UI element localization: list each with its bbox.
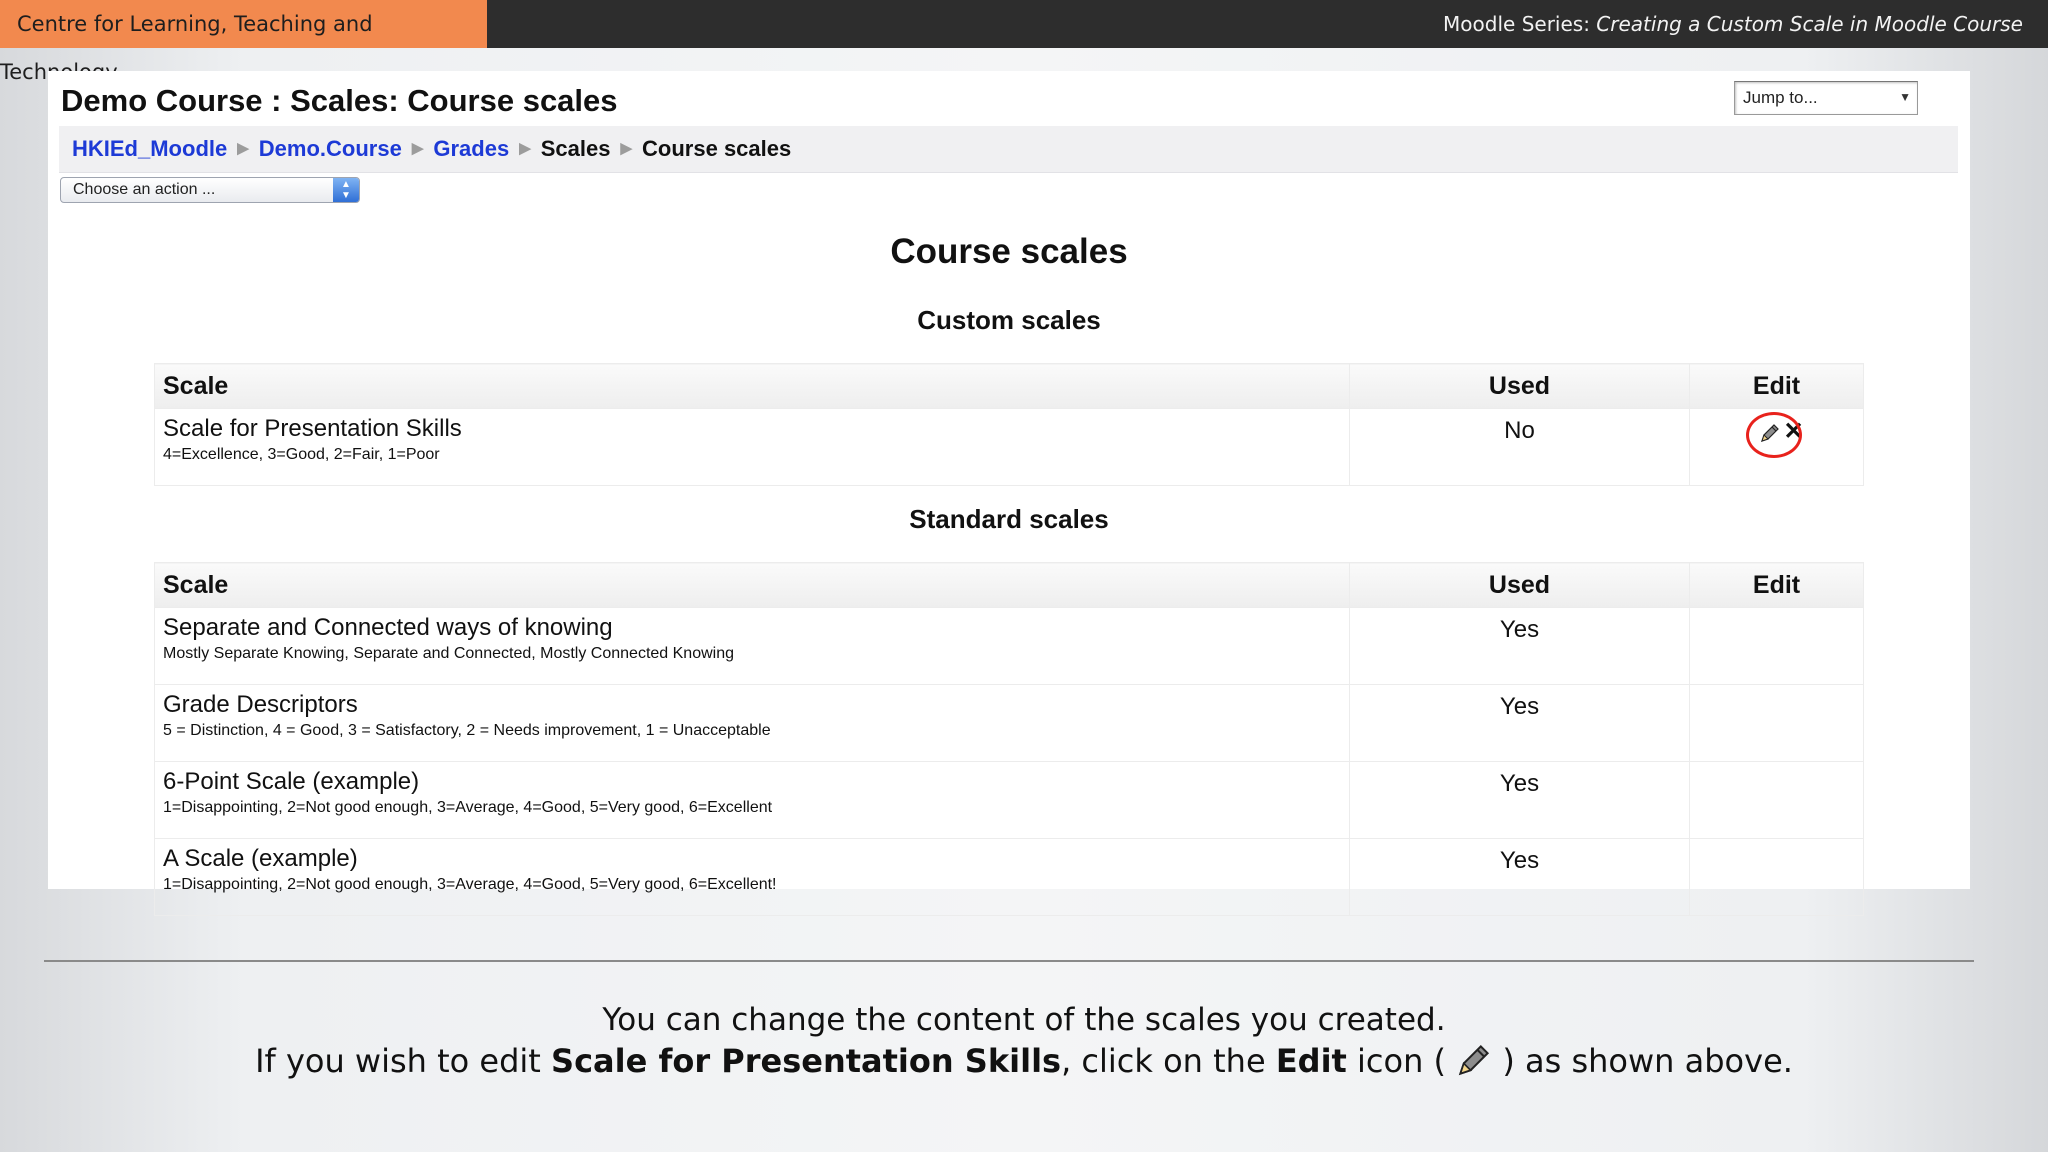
breadcrumb-grades-link[interactable]: Grades: [433, 136, 509, 162]
caption-text: If you wish to edit: [255, 1042, 552, 1080]
scale-cell: Scale for Presentation Skills 4=Excellen…: [154, 408, 1350, 486]
scale-name: Grade Descriptors: [163, 691, 358, 718]
standard-scales-table: Scale Used Edit Separate and Connected w…: [154, 562, 1864, 916]
edit-actions: ✕: [1742, 412, 1812, 458]
caption-text: ) as shown above.: [1492, 1042, 1793, 1080]
used-cell: No: [1349, 408, 1690, 486]
standard-scales-heading: Standard scales: [909, 504, 1109, 534]
highlight-circle: [1745, 412, 1802, 458]
edit-cell: ✕: [1689, 408, 1864, 486]
jump-to-label: Jump to...: [1743, 88, 1818, 107]
used-cell: Yes: [1349, 684, 1690, 762]
edit-icon: [1458, 1044, 1490, 1076]
section-heading: Course scales: [890, 232, 1128, 271]
table-row: Separate and Connected ways of knowing M…: [154, 607, 1864, 685]
choose-action-label: Choose an action ...: [73, 181, 216, 198]
scale-name: A Scale (example): [163, 845, 358, 872]
column-header-edit: Edit: [1689, 562, 1864, 608]
page-title: Demo Course : Scales: Course scales: [61, 83, 618, 118]
jump-to-select[interactable]: Jump to... ▼: [1734, 81, 1918, 115]
caption-text: icon (: [1346, 1042, 1457, 1080]
up-down-arrows-icon: ▲ ▼: [333, 178, 359, 202]
scale-cell: A Scale (example) 1=Disappointing, 2=Not…: [154, 838, 1350, 916]
scale-description: 5 = Distinction, 4 = Good, 3 = Satisfact…: [163, 722, 771, 739]
table-header-row: Scale Used Edit: [154, 562, 1864, 608]
scale-description: 4=Excellence, 3=Good, 2=Fair, 1=Poor: [163, 446, 440, 463]
navbar: HKIEd_Moodle ▶ Demo.Course ▶ Grades ▶ Sc…: [59, 126, 1958, 173]
caption-text: , click on the: [1061, 1042, 1276, 1080]
custom-scales-heading: Custom scales: [917, 305, 1101, 335]
scale-name: Scale for Presentation Skills: [163, 415, 462, 442]
breadcrumb-current: Course scales: [642, 136, 792, 161]
breadcrumb-course-link[interactable]: Demo.Course: [259, 136, 402, 162]
column-header-used: Used: [1349, 363, 1690, 409]
scale-description: 1=Disappointing, 2=Not good enough, 3=Av…: [163, 876, 777, 893]
caption-edit-word: Edit: [1275, 1042, 1347, 1080]
scale-cell: 6-Point Scale (example) 1=Disappointing,…: [154, 761, 1350, 839]
table-header-row: Scale Used Edit: [154, 363, 1864, 409]
used-cell: Yes: [1349, 607, 1690, 685]
breadcrumb-separator-icon: ▶: [237, 140, 249, 157]
used-cell: Yes: [1349, 761, 1690, 839]
column-header-scale: Scale: [154, 562, 1350, 608]
series-title: Moodle Series: Creating a Custom Scale i…: [1443, 0, 2023, 48]
chevron-down-icon: ▼: [1899, 90, 1911, 104]
breadcrumb-scales: Scales: [540, 136, 611, 161]
table-row: 6-Point Scale (example) 1=Disappointing,…: [154, 761, 1864, 839]
organization-label: Centre for Learning, Teaching and Techno…: [0, 0, 487, 84]
series-lesson-title: Creating a Custom Scale in Moodle Course: [1596, 12, 2023, 36]
table-row: Scale for Presentation Skills 4=Excellen…: [154, 408, 1864, 486]
caption-line-2: If you wish to edit Scale for Presentati…: [0, 1042, 2048, 1080]
edit-cell: [1689, 838, 1864, 916]
breadcrumb-separator-icon: ▶: [620, 140, 633, 157]
scale-description: Mostly Separate Knowing, Separate and Co…: [163, 645, 735, 662]
column-header-scale: Scale: [154, 363, 1350, 409]
moodle-screenshot: Demo Course : Scales: Course scales Jump…: [48, 71, 1970, 916]
edit-cell: [1689, 607, 1864, 685]
choose-action-select[interactable]: Choose an action ... ▲ ▼: [60, 177, 360, 203]
scale-cell: Separate and Connected ways of knowing M…: [154, 607, 1350, 685]
divider: [44, 960, 1974, 962]
breadcrumb-separator-icon: ▶: [411, 140, 424, 157]
caption-scale-name: Scale for Presentation Skills: [551, 1042, 1062, 1080]
edit-cell: [1689, 684, 1864, 762]
breadcrumb-home-link[interactable]: HKIEd_Moodle: [72, 136, 227, 162]
edit-cell: [1689, 761, 1864, 839]
scale-name: Separate and Connected ways of knowing: [163, 614, 613, 641]
custom-scales-table: Scale Used Edit Scale for Presentation S…: [154, 363, 1864, 486]
scale-cell: Grade Descriptors 5 = Distinction, 4 = G…: [154, 684, 1350, 762]
used-cell: Yes: [1349, 838, 1690, 916]
table-row: A Scale (example) 1=Disappointing, 2=Not…: [154, 838, 1864, 916]
breadcrumb: HKIEd_Moodle ▶ Demo.Course ▶ Grades ▶ Sc…: [72, 126, 791, 172]
column-header-used: Used: [1349, 562, 1690, 608]
breadcrumb-separator-icon: ▶: [519, 140, 531, 157]
scale-description: 1=Disappointing, 2=Not good enough, 3=Av…: [163, 799, 773, 816]
top-banner: Centre for Learning, Teaching and Techno…: [0, 0, 2048, 84]
table-row: Grade Descriptors 5 = Distinction, 4 = G…: [154, 684, 1864, 762]
series-prefix: Moodle Series:: [1443, 12, 1597, 36]
scale-name: 6-Point Scale (example): [163, 768, 420, 795]
column-header-edit: Edit: [1689, 363, 1864, 409]
caption-line-1: You can change the content of the scales…: [602, 1002, 1446, 1038]
